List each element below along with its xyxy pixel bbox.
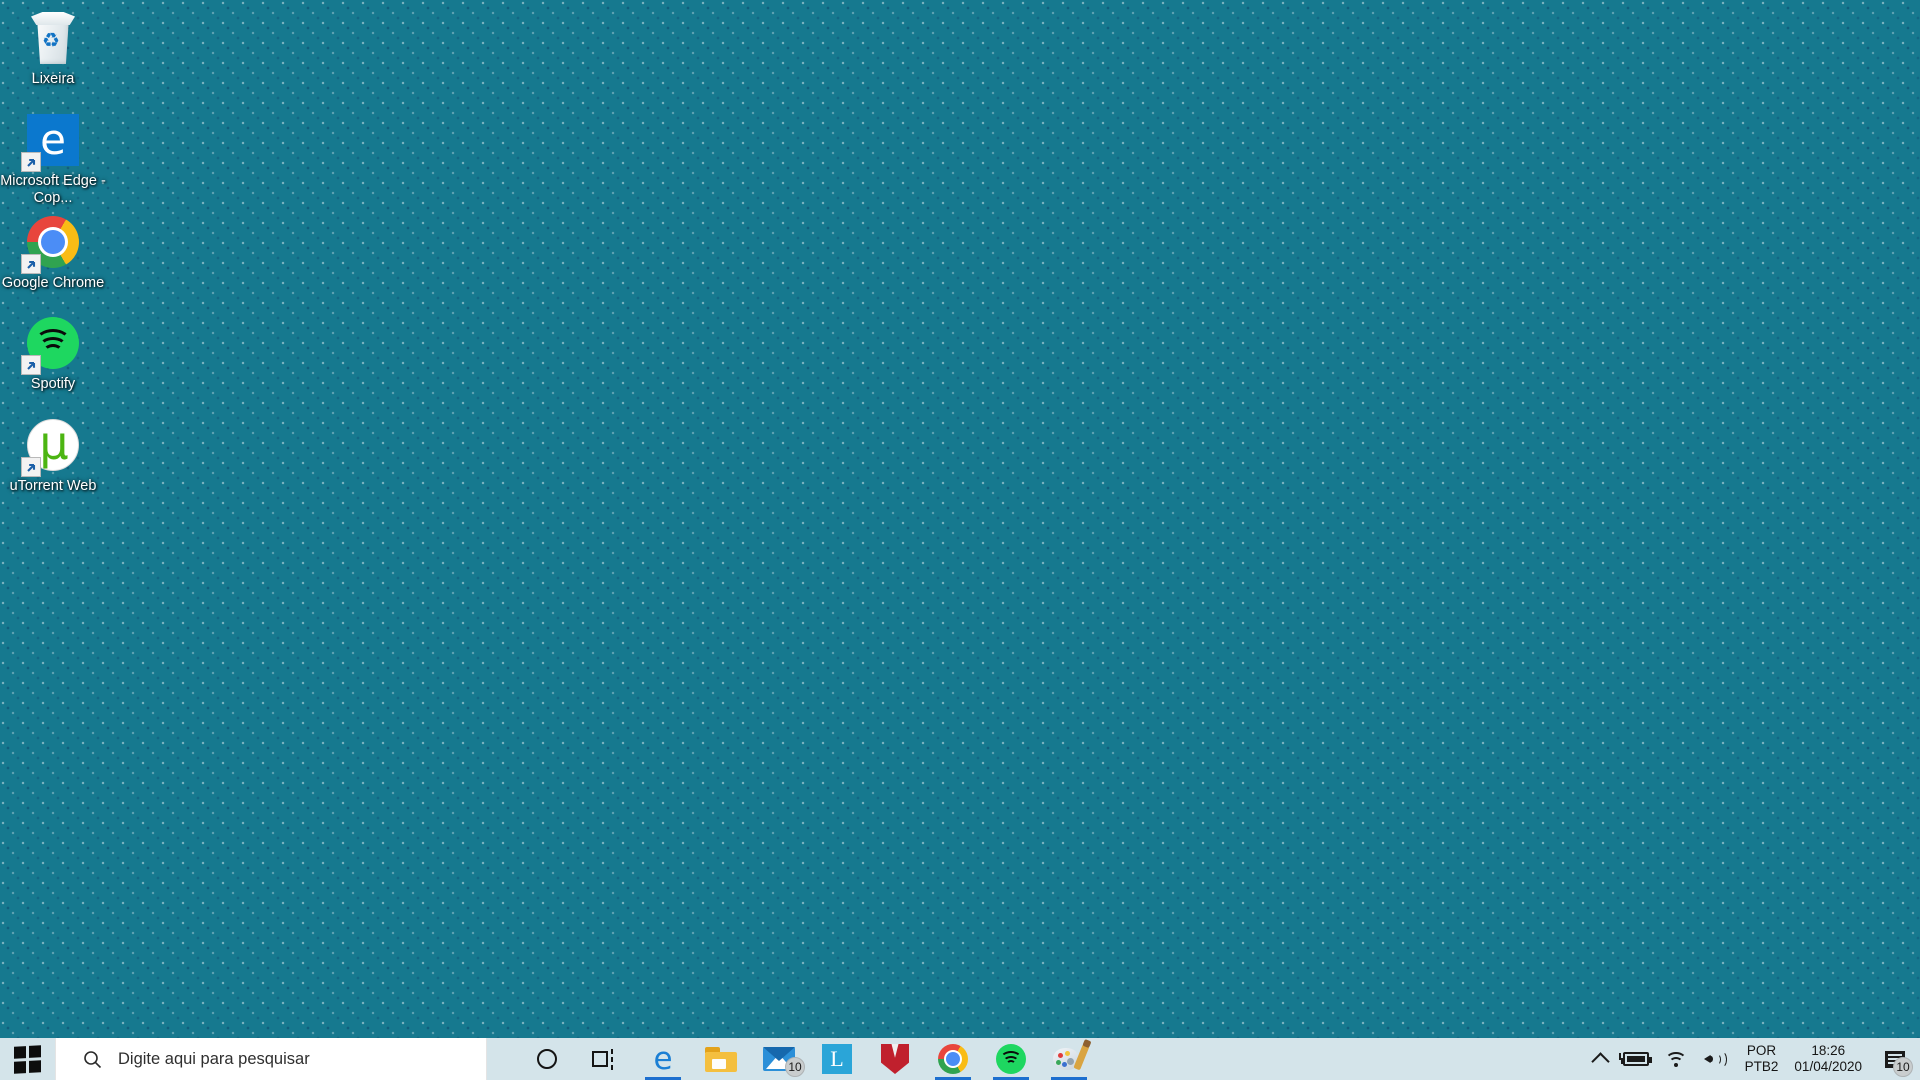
l-app-icon: L	[822, 1044, 852, 1074]
edge-icon: e	[653, 1040, 673, 1077]
spotify-icon	[21, 313, 83, 375]
folder-icon	[705, 1046, 737, 1072]
windows-logo-icon	[14, 1045, 41, 1073]
taskbar-button-file-explorer[interactable]	[692, 1038, 750, 1080]
desktop-icon-recycle-bin[interactable]: ♻ Lixeira	[0, 8, 107, 88]
battery-charging-icon[interactable]	[1615, 1038, 1657, 1080]
language-line-2: PTB2	[1744, 1059, 1779, 1074]
desktop-icon-google-chrome[interactable]: Google Chrome	[0, 212, 107, 292]
search-input[interactable]: Digite aqui para pesquisar	[55, 1038, 487, 1080]
action-center-button[interactable]: 10	[1874, 1038, 1916, 1080]
edge-icon: e	[21, 110, 83, 172]
desktop-icon-label: Google Chrome	[1, 275, 105, 291]
chrome-icon	[938, 1044, 968, 1074]
desktop-icon-spotify[interactable]: Spotify	[0, 313, 107, 393]
taskbar-button-l-app[interactable]: L	[808, 1038, 866, 1080]
taskbar-button-paint-3d[interactable]	[1040, 1038, 1098, 1080]
taskbar-button-edge[interactable]: e	[634, 1038, 692, 1080]
shortcut-arrow-icon	[21, 355, 41, 375]
task-view-icon	[592, 1049, 618, 1070]
taskbar-button-spotify[interactable]	[982, 1038, 1040, 1080]
start-button[interactable]	[0, 1038, 55, 1080]
mail-unread-badge: 10	[785, 1057, 805, 1077]
mcafee-shield-icon	[881, 1044, 909, 1074]
taskbar-button-mcafee[interactable]	[866, 1038, 924, 1080]
language-line-1: POR	[1746, 1043, 1777, 1058]
taskbar-button-chrome[interactable]	[924, 1038, 982, 1080]
wifi-icon[interactable]	[1657, 1038, 1695, 1080]
desktop-icon-label: Lixeira	[31, 71, 75, 87]
system-tray[interactable]: POR PTB2 18:26 01/04/2020 10	[1586, 1038, 1920, 1080]
shortcut-arrow-icon	[21, 152, 41, 172]
clock-date: 01/04/2020	[1794, 1059, 1862, 1074]
taskbar[interactable]: Digite aqui para pesquisar e 10 L POR PT…	[0, 1038, 1920, 1080]
volume-icon[interactable]	[1695, 1038, 1735, 1080]
desktop[interactable]: ♻ Lixeira e Microsoft Edge - Cop... Goog…	[0, 0, 1920, 1080]
paint-palette-icon	[1053, 1043, 1090, 1073]
taskbar-button-cortana[interactable]	[518, 1038, 576, 1080]
cortana-circle-icon	[537, 1049, 557, 1069]
show-hidden-icons-chevron[interactable]	[1586, 1038, 1615, 1080]
desktop-icon-label: Microsoft Edge - Cop...	[0, 173, 106, 206]
shortcut-arrow-icon	[21, 254, 41, 274]
clock-time: 18:26	[1811, 1043, 1846, 1058]
desktop-icon-label: uTorrent Web	[9, 478, 97, 494]
desktop-icon-utorrent-web[interactable]: µ uTorrent Web	[0, 415, 107, 495]
desktop-icon-label: Spotify	[30, 376, 76, 392]
desktop-icon-microsoft-edge[interactable]: e Microsoft Edge - Cop...	[0, 110, 107, 206]
taskbar-button-task-view[interactable]	[576, 1038, 634, 1080]
recycle-bin-icon: ♻	[23, 8, 83, 68]
action-center-badge: 10	[1893, 1057, 1913, 1077]
utorrent-icon: µ	[21, 415, 83, 477]
clock[interactable]: 18:26 01/04/2020	[1788, 1038, 1874, 1080]
taskbar-button-mail[interactable]: 10	[750, 1038, 808, 1080]
l-app-letter: L	[830, 1046, 844, 1071]
language-indicator[interactable]: POR PTB2	[1735, 1038, 1789, 1080]
shortcut-arrow-icon	[21, 457, 41, 477]
search-icon	[83, 1050, 102, 1069]
search-placeholder: Digite aqui para pesquisar	[118, 1049, 310, 1068]
chrome-icon	[21, 212, 83, 274]
spotify-icon	[996, 1044, 1026, 1074]
